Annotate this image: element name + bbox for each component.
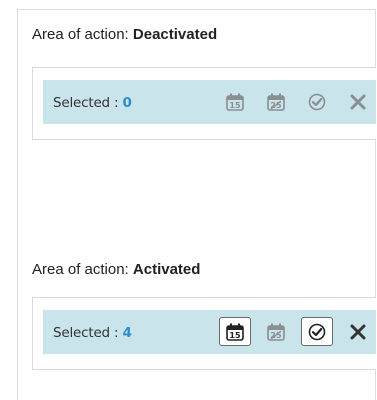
demo-box-deactivated: Selected : 0 15 25 <box>32 67 376 140</box>
calendar-day-button[interactable]: 15 <box>219 317 251 346</box>
selected-count: 0 <box>122 95 132 111</box>
selected-label: Selected : 0 <box>53 95 132 111</box>
svg-text:15: 15 <box>229 101 241 110</box>
calendar-range-button[interactable]: 25 <box>260 317 292 346</box>
svg-text:15: 15 <box>229 331 241 340</box>
demo-box-activated: Selected : 4 15 25 <box>32 297 376 370</box>
selected-count: 4 <box>122 325 132 341</box>
selected-text: Selected : <box>53 95 123 111</box>
approve-button[interactable] <box>301 317 333 346</box>
calendar-15-icon: 15 <box>226 93 244 111</box>
tools-button[interactable] <box>342 317 374 346</box>
checkmark-circle-icon <box>308 323 326 340</box>
caption-state: Activated <box>132 261 201 278</box>
calendar-day-button[interactable]: 15 <box>219 87 251 116</box>
checkmark-circle-icon <box>308 93 326 110</box>
selected-label: Selected : 4 <box>53 325 132 341</box>
action-bar: Selected : 4 15 25 <box>43 310 376 354</box>
calendar-15-icon: 15 <box>226 323 244 341</box>
action-bar: Selected : 0 15 25 <box>43 80 376 124</box>
wrench-icon <box>350 94 366 109</box>
caption-prefix: Area of action: <box>32 26 133 43</box>
calendar-25-icon: 25 <box>267 93 285 111</box>
caption-state: Deactivated <box>132 26 218 43</box>
approve-button[interactable] <box>301 87 333 116</box>
selected-text: Selected : <box>53 325 123 341</box>
caption-activated: Area of action: Activated <box>32 261 200 279</box>
caption-deactivated: Area of action: Deactivated <box>32 26 217 44</box>
caption-prefix: Area of action: <box>32 261 133 278</box>
wrench-icon <box>350 324 366 339</box>
calendar-25-icon: 25 <box>267 323 285 341</box>
tools-button[interactable] <box>342 87 374 116</box>
calendar-range-button[interactable]: 25 <box>260 87 292 116</box>
